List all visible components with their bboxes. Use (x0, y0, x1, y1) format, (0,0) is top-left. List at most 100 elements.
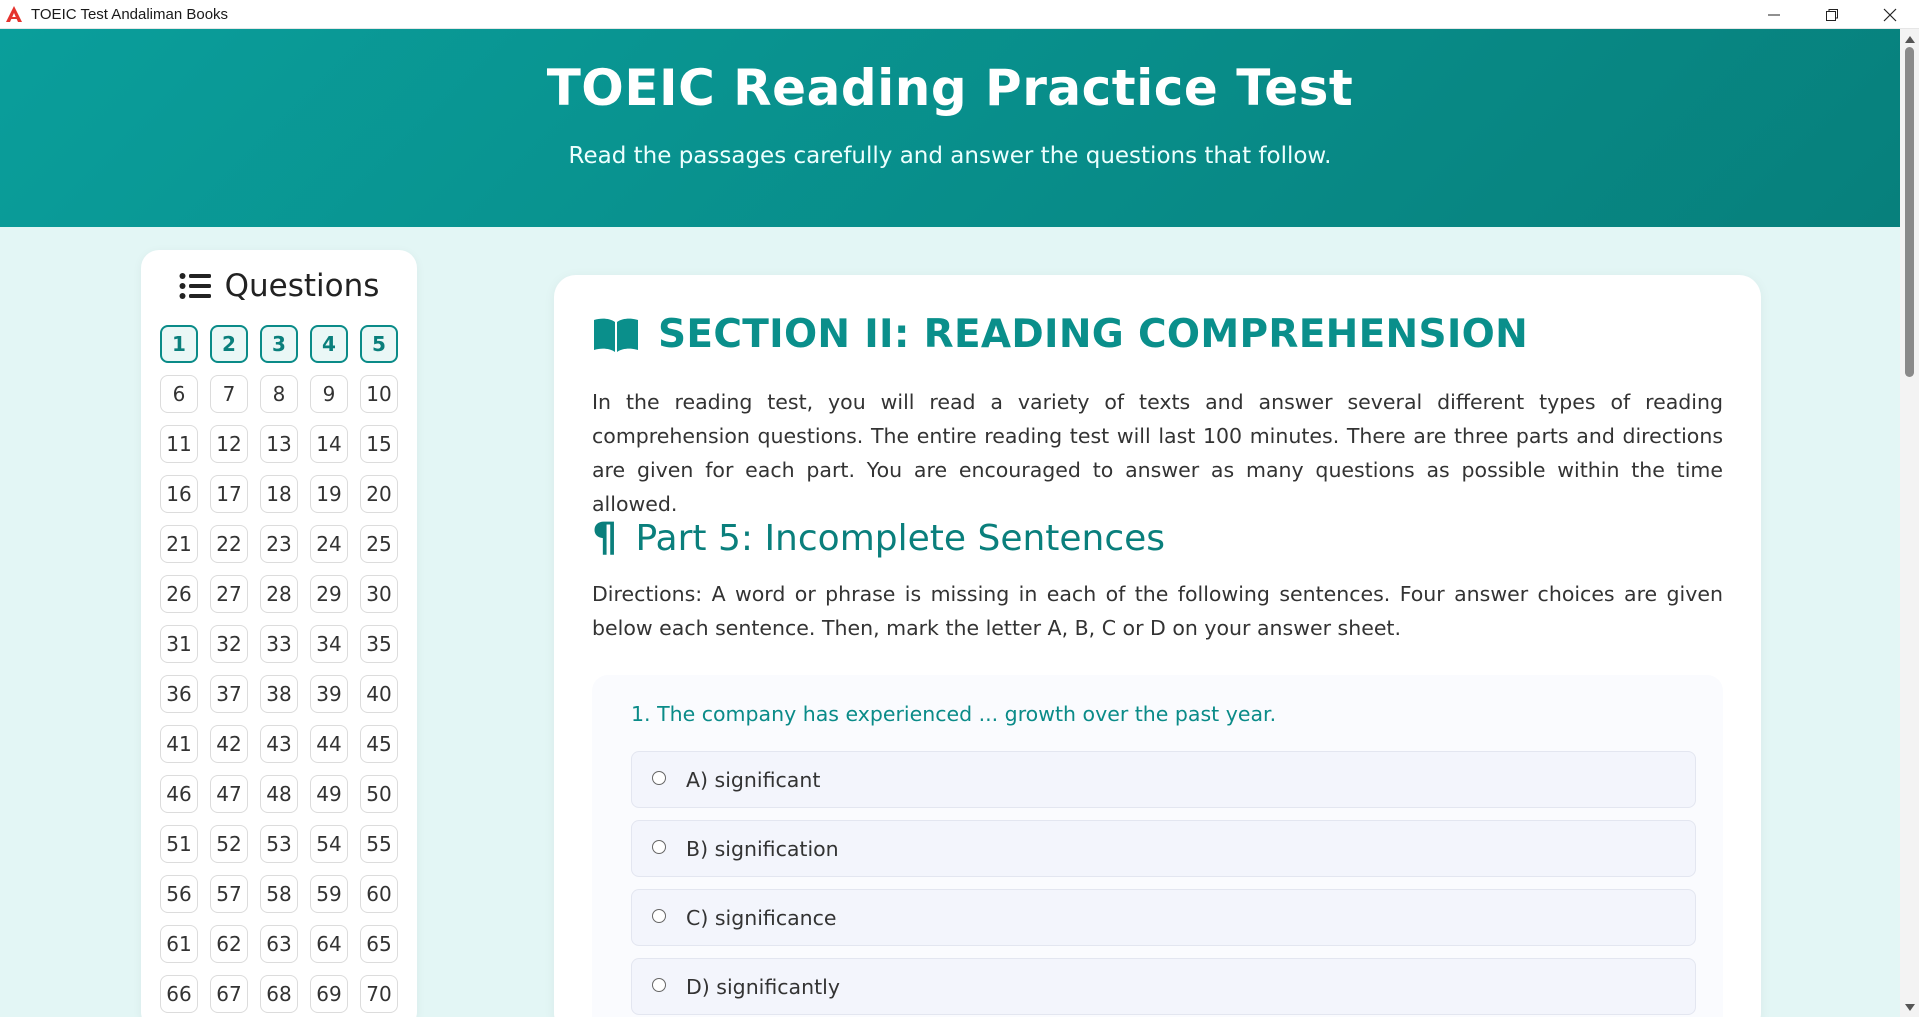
question-number-button[interactable]: 61 (160, 925, 198, 963)
question-text: 1. The company has experienced ... growt… (631, 702, 1277, 726)
question-number-button[interactable]: 26 (160, 575, 198, 613)
option-c[interactable]: C) significance (631, 889, 1696, 946)
question-number-button[interactable]: 25 (360, 525, 398, 563)
question-number-button[interactable]: 24 (310, 525, 348, 563)
question-number-button[interactable]: 33 (260, 625, 298, 663)
question-number-button[interactable]: 42 (210, 725, 248, 763)
question-number-button[interactable]: 53 (260, 825, 298, 863)
question-number-button[interactable]: 9 (310, 375, 348, 413)
question-number-button[interactable]: 69 (310, 975, 348, 1013)
question-number-button[interactable]: 14 (310, 425, 348, 463)
window-titlebar: TOEIC Test Andaliman Books (0, 0, 1919, 29)
sidebar-title: Questions (224, 268, 380, 304)
question-number-button[interactable]: 10 (360, 375, 398, 413)
option-d[interactable]: D) significantly (631, 958, 1696, 1015)
question-number-button[interactable]: 3 (260, 325, 298, 363)
paragraph-icon: ¶ (592, 515, 618, 561)
question-number-button[interactable]: 55 (360, 825, 398, 863)
question-number-button[interactable]: 48 (260, 775, 298, 813)
question-number-button[interactable]: 47 (210, 775, 248, 813)
page-header: TOEIC Reading Practice Test Read the pas… (0, 29, 1900, 227)
question-number-button[interactable]: 43 (260, 725, 298, 763)
question-number-button[interactable]: 13 (260, 425, 298, 463)
question-number-button[interactable]: 2 (210, 325, 248, 363)
question-number-button[interactable]: 6 (160, 375, 198, 413)
restore-button[interactable] (1803, 0, 1861, 29)
question-number-button[interactable]: 27 (210, 575, 248, 613)
question-number-button[interactable]: 20 (360, 475, 398, 513)
question-number-button[interactable]: 31 (160, 625, 198, 663)
question-number-button[interactable]: 63 (260, 925, 298, 963)
question-number-button[interactable]: 68 (260, 975, 298, 1013)
radio-button[interactable] (652, 908, 666, 923)
question-number-button[interactable]: 45 (360, 725, 398, 763)
question-number-button[interactable]: 35 (360, 625, 398, 663)
question-number-button[interactable]: 16 (160, 475, 198, 513)
section-intro: In the reading test, you will read a var… (592, 390, 1723, 516)
close-icon (1883, 8, 1897, 21)
question-number-button[interactable]: 39 (310, 675, 348, 713)
question-number-button[interactable]: 12 (210, 425, 248, 463)
window-controls (1745, 0, 1919, 29)
question-number-button[interactable]: 19 (310, 475, 348, 513)
scroll-up-icon[interactable] (1903, 33, 1916, 45)
question-number-button[interactable]: 64 (310, 925, 348, 963)
question-number-button[interactable]: 57 (210, 875, 248, 913)
radio-button[interactable] (652, 839, 666, 854)
question-number-button[interactable]: 4 (310, 325, 348, 363)
part-heading: ¶ Part 5: Incomplete Sentences (592, 515, 1165, 561)
question-number-button[interactable]: 36 (160, 675, 198, 713)
question-number-button[interactable]: 44 (310, 725, 348, 763)
question-number-button[interactable]: 23 (260, 525, 298, 563)
question-number-button[interactable]: 66 (160, 975, 198, 1013)
question-number-button[interactable]: 46 (160, 775, 198, 813)
question-number-button[interactable]: 38 (260, 675, 298, 713)
question-number-button[interactable]: 59 (310, 875, 348, 913)
question-number-grid: 1 2 3 4 5 6 7 8 9 10 11 12 13 14 15 16 17 18 19 20 21 22 23 24 2… (160, 325, 398, 1013)
question-number-button[interactable]: 58 (260, 875, 298, 913)
question-number-button[interactable]: 51 (160, 825, 198, 863)
question-number-button[interactable]: 15 (360, 425, 398, 463)
question-number-button[interactable]: 65 (360, 925, 398, 963)
question-number-button[interactable]: 56 (160, 875, 198, 913)
question-number-button[interactable]: 34 (310, 625, 348, 663)
question-number-button[interactable]: 54 (310, 825, 348, 863)
section-title: SECTION II: READING COMPREHENSION (658, 312, 1529, 357)
option-b[interactable]: B) signification (631, 820, 1696, 877)
question-number-button[interactable]: 7 (210, 375, 248, 413)
question-number-button[interactable]: 60 (360, 875, 398, 913)
question-number-button[interactable]: 11 (160, 425, 198, 463)
close-button[interactable] (1861, 0, 1919, 29)
option-a[interactable]: A) significant (631, 751, 1696, 808)
question-number-button[interactable]: 28 (260, 575, 298, 613)
question-number-button[interactable]: 1 (160, 325, 198, 363)
question-number-button[interactable]: 22 (210, 525, 248, 563)
question-number-button[interactable]: 52 (210, 825, 248, 863)
question-number-button[interactable]: 30 (360, 575, 398, 613)
question-number-button[interactable]: 70 (360, 975, 398, 1013)
restore-icon (1826, 8, 1838, 21)
question-number-button[interactable]: 32 (210, 625, 248, 663)
question-number-button[interactable]: 5 (360, 325, 398, 363)
question-number-button[interactable]: 40 (360, 675, 398, 713)
window-title: TOEIC Test Andaliman Books (31, 5, 229, 23)
question-number-button[interactable]: 62 (210, 925, 248, 963)
scrollbar-thumb[interactable] (1905, 47, 1914, 377)
question-number-button[interactable]: 29 (310, 575, 348, 613)
question-number-button[interactable]: 18 (260, 475, 298, 513)
question-number-button[interactable]: 49 (310, 775, 348, 813)
question-number-button[interactable]: 50 (360, 775, 398, 813)
vertical-scrollbar[interactable] (1900, 29, 1919, 1017)
radio-button[interactable] (652, 770, 666, 785)
radio-button[interactable] (652, 977, 666, 992)
question-number-button[interactable]: 67 (210, 975, 248, 1013)
question-number-button[interactable]: 8 (260, 375, 298, 413)
question-number-button[interactable]: 41 (160, 725, 198, 763)
sidebar-header: Questions (141, 250, 417, 322)
question-number-button[interactable]: 37 (210, 675, 248, 713)
question-number-button[interactable]: 21 (160, 525, 198, 563)
option-label: D) significantly (686, 974, 840, 999)
scroll-down-icon[interactable] (1903, 1001, 1916, 1013)
question-number-button[interactable]: 17 (210, 475, 248, 513)
minimize-button[interactable] (1745, 0, 1803, 29)
